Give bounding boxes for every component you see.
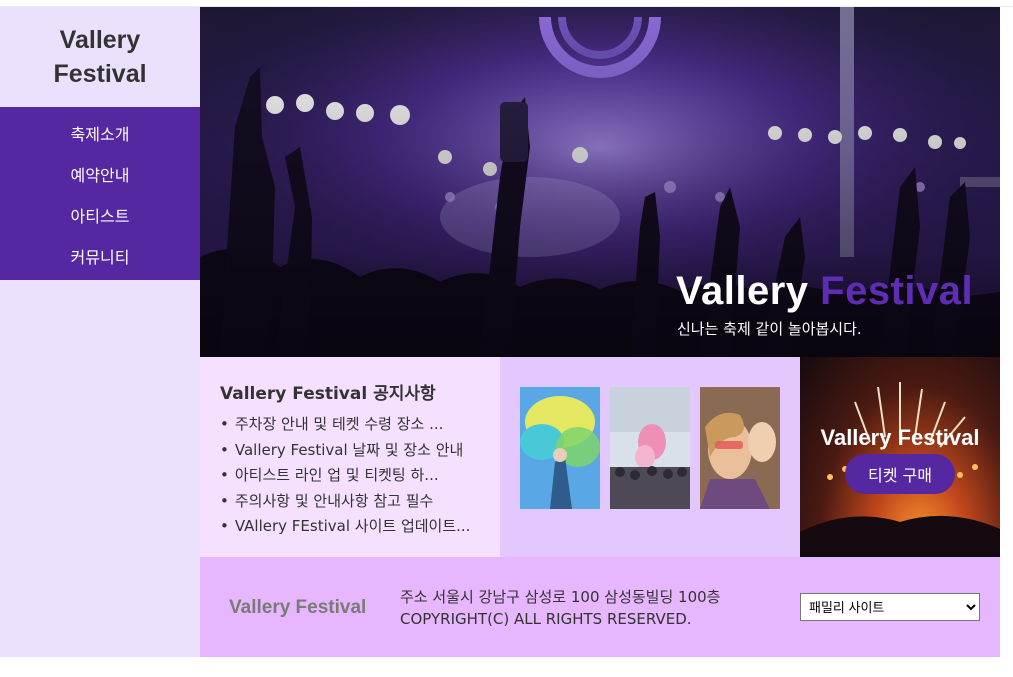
footer-info: 주소 서울시 강남구 삼성로 100 삼성동빌딩 100층 COPYRIGHT(… [400, 586, 720, 630]
notice-title[interactable]: Vallery Festival 공지사항 [220, 379, 436, 404]
notice-link[interactable]: VAllery FEstival 사이트 업데이트... [235, 517, 471, 535]
family-site-select[interactable]: 패밀리 사이트 [800, 593, 980, 621]
logo-line-2: Festival [53, 60, 147, 88]
ticket-title: Vallery Festival [820, 425, 980, 450]
buy-ticket-button[interactable]: 티켓 구매 [845, 454, 955, 494]
hero-banner: Vallery Festival 신나는 축제 같이 놀아봅시다. [200, 7, 1000, 357]
notice-board: Vallery Festival 공지사항 주차장 안내 및 테켓 수령 장소 … [200, 357, 500, 557]
photo-gallery [500, 357, 800, 557]
page-container: Vallery Festival 축제소개 예약안내 아티스트 커뮤니티 Val… [0, 7, 1000, 657]
list-item: 주의사항 및 안내사항 참고 필수 [220, 490, 482, 516]
site-logo[interactable]: Vallery Festival [0, 7, 200, 107]
sidebar: Vallery Festival 축제소개 예약안내 아티스트 커뮤니티 [0, 7, 200, 657]
crowd-smoke-photo [610, 387, 690, 509]
notice-link[interactable]: 아티스트 라인 업 및 티켓팅 하... [235, 466, 439, 484]
main-menu: 축제소개 예약안내 아티스트 커뮤니티 [0, 107, 200, 280]
logo-line-1: Vallery [59, 26, 141, 54]
notice-link[interactable]: Vallery Festival 날짜 및 장소 안내 [235, 441, 463, 459]
footer-address: 주소 서울시 강남구 삼성로 100 삼성동빌딩 100층 [400, 588, 721, 606]
notice-link[interactable]: 주차장 안내 및 테켓 수령 장소 ... [235, 415, 444, 433]
gallery-thumbnail-fans[interactable] [700, 387, 780, 509]
list-item: 아티스트 라인 업 및 티켓팅 하... [220, 464, 482, 490]
ticket-banner: Vallery Festival 티켓 구매 [800, 357, 1000, 557]
notice-link[interactable]: 주의사항 및 안내사항 참고 필수 [235, 492, 433, 510]
hero-title-accent: Festival [820, 269, 974, 313]
gallery-thumbnail-crowd-smoke[interactable] [610, 387, 690, 509]
hero-title-main: Vallery [676, 269, 809, 313]
menu-item-community[interactable]: 커뮤니티 [0, 235, 200, 276]
footer-copyright: COPYRIGHT(C) ALL RIGHTS RESERVED. [400, 610, 692, 628]
menu-item-festival-intro[interactable]: 축제소개 [0, 112, 200, 153]
list-item: VAllery FEstival 사이트 업데이트... [220, 515, 482, 541]
hero-subtitle: 신나는 축제 같이 놀아봅시다. [677, 320, 862, 338]
list-item: 주차장 안내 및 테켓 수령 장소 ... [220, 413, 482, 439]
list-item: Vallery Festival 날짜 및 장소 안내 [220, 439, 482, 465]
gallery-thumbnail-color-powder[interactable] [520, 387, 600, 509]
menu-item-reservation[interactable]: 예약안내 [0, 153, 200, 194]
top-border [0, 0, 1013, 7]
color-powder-photo [520, 387, 600, 509]
festival-fans-photo [700, 387, 780, 509]
notice-list: 주차장 안내 및 테켓 수령 장소 ... Vallery Festival 날… [220, 413, 482, 541]
hero-title: Vallery Festival [676, 269, 973, 314]
footer-logo: Vallery Festival [229, 597, 367, 618]
menu-item-artists[interactable]: 아티스트 [0, 194, 200, 235]
footer: Vallery Festival 주소 서울시 강남구 삼성로 100 삼성동빌… [200, 557, 1000, 657]
